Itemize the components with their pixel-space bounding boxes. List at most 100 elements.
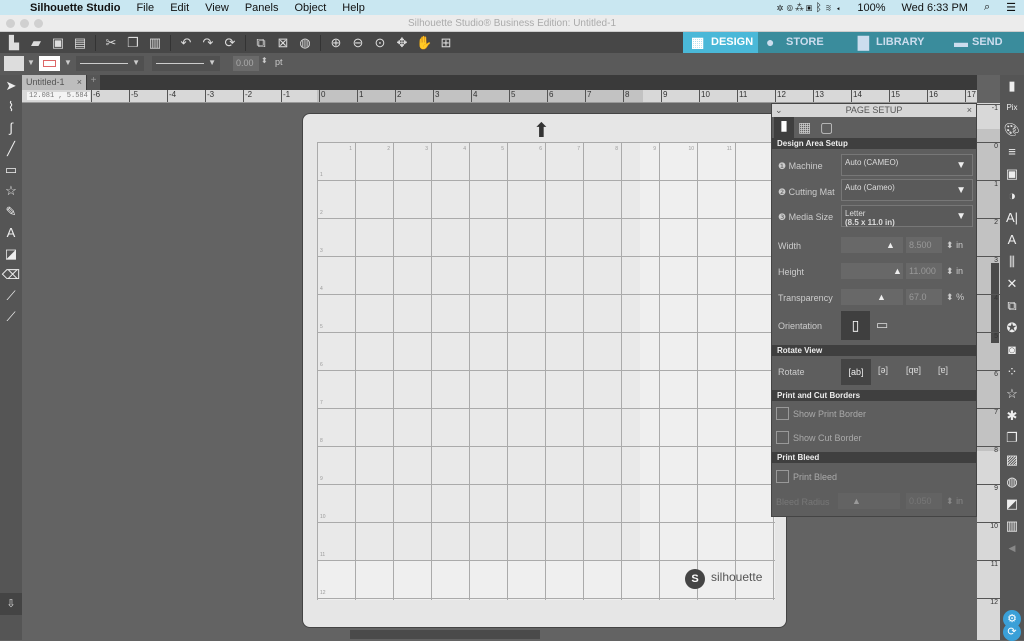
pen-icon[interactable]: ⟋	[0, 306, 22, 327]
zoom-out-icon[interactable]: ⊖	[350, 35, 366, 50]
chevron-down-icon[interactable]: ▼	[27, 58, 35, 67]
paste-icon[interactable]: ▥	[147, 35, 163, 50]
portrait-orientation-icon[interactable]: ▯	[841, 311, 870, 340]
transform-icon[interactable]: ✕	[1000, 273, 1024, 295]
width-stepper[interactable]: ⬍	[946, 240, 954, 250]
save-icon[interactable]: ▣	[50, 35, 66, 50]
redo-icon[interactable]: ↷	[200, 35, 216, 50]
puzzle-icon[interactable]: ✱	[1000, 405, 1024, 427]
close-window-button[interactable]	[6, 19, 15, 28]
horizontal-scrollbar[interactable]	[350, 630, 540, 639]
pointer-icon[interactable]: ➤	[0, 75, 22, 96]
text-icon[interactable]: A	[0, 222, 22, 243]
menu-app[interactable]: Silhouette Studio	[30, 2, 120, 14]
zoom-button[interactable]	[34, 19, 43, 28]
machine-select[interactable]: Auto (CAMEO)	[841, 154, 973, 176]
menu-panels[interactable]: Panels	[245, 2, 279, 14]
pencil-icon[interactable]: ✎	[0, 201, 22, 222]
collapse-icon[interactable]: ⌄	[775, 104, 783, 117]
show-cut-border-checkbox[interactable]	[776, 431, 789, 444]
eraser-icon[interactable]: ⌫	[0, 264, 22, 285]
line-style-select[interactable]: ▼	[76, 56, 144, 71]
tab-send[interactable]: ▬ SEND	[944, 32, 1024, 53]
clock[interactable]: Wed 6:33 PM	[902, 2, 968, 14]
rhinestone-icon[interactable]: ⁘	[1000, 361, 1024, 383]
select-all-icon[interactable]: ⧉	[253, 35, 269, 50]
cut-icon[interactable]: ✂	[103, 35, 119, 50]
sync-icon[interactable]: ⟳	[1003, 623, 1021, 641]
document-tab[interactable]: Untitled-1 ×	[22, 75, 86, 90]
transparency-slider[interactable]: ▲	[841, 289, 903, 305]
bleed-radius-slider[interactable]: ▲	[838, 493, 900, 509]
undo-icon[interactable]: ↶	[178, 35, 194, 50]
layers-icon[interactable]: ❐	[1000, 427, 1024, 449]
minimize-button[interactable]	[20, 19, 29, 28]
menu-help[interactable]: Help	[342, 2, 365, 14]
print-icon[interactable]: ▤	[72, 35, 88, 50]
vertical-ruler[interactable]: -1 0 1 2 3 4 5 6 7 8 9 10 11 12	[977, 103, 1000, 640]
print-bleed-checkbox[interactable]	[776, 470, 789, 483]
registration-tab-icon[interactable]: ▢	[820, 119, 833, 136]
line-width-input[interactable]: 0.00	[233, 56, 259, 71]
zoom-select-icon[interactable]: ⊙	[372, 35, 388, 50]
star-icon[interactable]: ☆	[0, 180, 22, 201]
rotate-90-icon[interactable]: [ə]	[878, 365, 888, 375]
new-tab-button[interactable]: +	[87, 75, 100, 90]
chevron-down-icon[interactable]: ▼	[64, 58, 72, 67]
align-icon[interactable]: ⫼	[1000, 251, 1024, 273]
bleed-radius-stepper[interactable]: ⬍	[946, 496, 954, 506]
battery-status[interactable]: 100%	[857, 2, 885, 14]
rotate-180-icon[interactable]: [qɐ]	[906, 365, 921, 375]
fill-color-swatch[interactable]	[4, 56, 24, 71]
media-size-select[interactable]: Letter (8.5 x 11.0 in)	[841, 205, 973, 227]
page-setup-icon[interactable]: ▮	[1000, 75, 1024, 97]
offset-icon[interactable]: ✪	[1000, 317, 1024, 339]
menu-file[interactable]: File	[136, 2, 154, 14]
hatch-icon[interactable]: ▨	[1000, 449, 1024, 471]
close-tab-icon[interactable]: ×	[77, 77, 82, 87]
curve-icon[interactable]: ∫	[0, 117, 22, 138]
sketch-icon[interactable]: ☆	[1000, 383, 1024, 405]
rectangle-icon[interactable]: ▭	[0, 159, 22, 180]
landscape-orientation-icon[interactable]: ▭	[876, 317, 888, 333]
pixscan-icon[interactable]: Pix	[1000, 97, 1024, 119]
point-edit-icon[interactable]: ⌇	[0, 96, 22, 117]
knife-icon[interactable]: ◪	[0, 243, 22, 264]
transparency-input[interactable]: 67.0	[906, 289, 942, 305]
menu-edit[interactable]: Edit	[170, 2, 189, 14]
transparency-icon[interactable]: ◑	[1000, 185, 1024, 207]
select-by-color-icon[interactable]: ◍	[297, 35, 313, 50]
hand-icon[interactable]: ✋	[416, 35, 432, 50]
line-icon[interactable]: ╱	[0, 138, 22, 159]
new-file-icon[interactable]: ▙	[6, 35, 22, 50]
tab-store[interactable]: ● STORE	[758, 32, 848, 53]
grid-tab-icon[interactable]: ▦	[798, 119, 811, 136]
menu-view[interactable]: View	[205, 2, 229, 14]
transparency-stepper[interactable]: ⬍	[946, 292, 954, 302]
fill-icon[interactable]: ▣	[1000, 163, 1024, 185]
eyedropper-icon[interactable]: ⟋	[0, 285, 22, 306]
line-style-icon[interactable]: ≡	[1000, 141, 1024, 163]
deselect-icon[interactable]: ⊠	[275, 35, 291, 50]
height-slider[interactable]: ▲	[841, 263, 903, 279]
warp-icon[interactable]: ▥	[1000, 515, 1024, 537]
cutting-mat-select[interactable]: Auto (Cameo)	[841, 179, 973, 201]
show-print-border-checkbox[interactable]	[776, 407, 789, 420]
replicate-icon[interactable]: ⧉	[1000, 295, 1024, 317]
menu-object[interactable]: Object	[294, 2, 326, 14]
copy-icon[interactable]: ❐	[125, 35, 141, 50]
import-icon[interactable]: ⇩	[0, 593, 22, 615]
palette-icon[interactable]: 🎨︎	[1000, 119, 1024, 141]
fit-page-icon[interactable]: ⊞	[438, 35, 454, 50]
close-icon[interactable]: ×	[967, 104, 972, 117]
rotate-0-icon[interactable]: [ab]	[841, 359, 871, 385]
mat-grid[interactable]: 1 2 3 4 5 6 7 8 9 10 11123456789101112	[317, 142, 775, 600]
expand-icon[interactable]: ◀	[1000, 537, 1024, 559]
vertical-scrollbar[interactable]	[991, 263, 999, 343]
nesting-icon[interactable]: ◍	[1000, 471, 1024, 493]
horizontal-ruler[interactable]: 12.081 , 5.584 -6 -5 -4 -3 -2 -1 0 1 2 3 4 5 6 7 8 9 10 1…	[22, 90, 977, 103]
width-input[interactable]: 8.500	[906, 237, 942, 253]
bleed-radius-input[interactable]: 0.050	[906, 493, 942, 509]
line-join-select[interactable]: ▼	[152, 56, 220, 71]
line-color-swatch[interactable]	[39, 56, 60, 71]
